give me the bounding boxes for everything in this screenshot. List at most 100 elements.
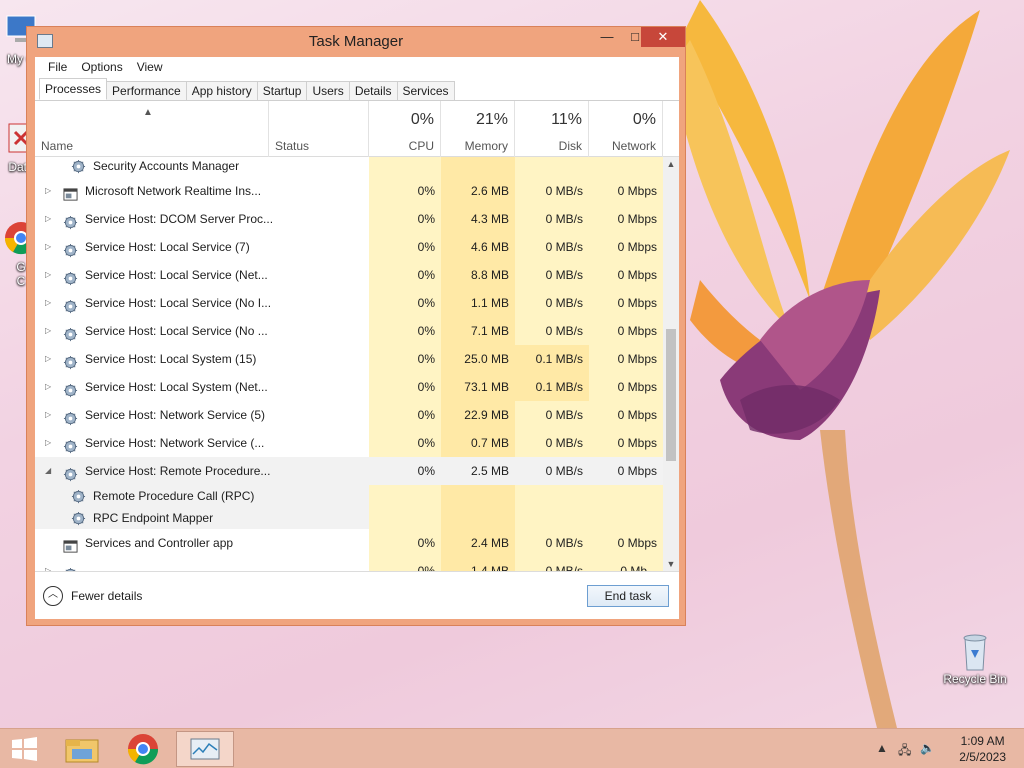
volume-icon[interactable]: 🔈 <box>920 741 935 755</box>
gear-icon <box>63 324 78 342</box>
table-row[interactable]: ▷ Service Host: Network Service (5) 0% 22.9… <box>35 401 663 429</box>
table-row[interactable]: ▷ Service Host: Network Service (... 0% 0.7… <box>35 429 663 457</box>
tab-services[interactable]: Services <box>397 81 455 101</box>
show-hidden-icons-icon[interactable]: ▲ <box>876 741 888 755</box>
column-status[interactable]: Status <box>269 101 369 157</box>
scroll-down-icon[interactable]: ▼ <box>663 559 679 569</box>
memory-cell: 0.7 MB <box>441 429 515 457</box>
desktop-icon-label: Recycle Bin <box>943 672 1007 686</box>
table-row[interactable]: ▷ Service Host: Local System (15) 0% 25.0 M… <box>35 345 663 373</box>
scroll-thumb[interactable] <box>666 329 676 461</box>
status-cell <box>269 317 369 345</box>
disk-cell <box>515 507 589 529</box>
tab-performance[interactable]: Performance <box>107 81 187 101</box>
expand-icon[interactable]: ▷ <box>45 177 51 205</box>
process-name: Service Host: Local Service (7) <box>85 240 250 254</box>
expand-icon[interactable]: ▷ <box>45 289 51 317</box>
taskbar-task-manager[interactable] <box>176 731 234 767</box>
status-cell <box>269 457 369 485</box>
memory-cell: 4.6 MB <box>441 233 515 261</box>
expand-icon[interactable]: ▷ <box>45 429 51 457</box>
table-row[interactable]: Services and Controller app 0% 2.4 MB 0 MB/… <box>35 529 663 557</box>
column-memory[interactable]: 21% Memory <box>441 101 515 157</box>
process-name-cell: ▷ Service Host: Local Service (No I... <box>35 289 271 317</box>
menu-view[interactable]: View <box>130 60 170 74</box>
clock[interactable]: 1:09 AM 2/5/2023 <box>959 733 1006 765</box>
table-row[interactable]: ▷ Service Host: Local Service (No ... 0% 7.… <box>35 317 663 345</box>
application-icon <box>63 184 78 201</box>
cpu-cell: 0% <box>369 289 441 317</box>
network-cell: 0 Mbps <box>589 233 663 261</box>
minimize-button[interactable]: — <box>593 27 621 47</box>
scroll-up-icon[interactable]: ▲ <box>663 159 679 169</box>
gear-icon <box>63 212 78 230</box>
expand-icon[interactable]: ▷ <box>45 205 51 233</box>
disk-cell: 0 MB/s <box>515 557 589 571</box>
footer: ︿ Fewer details End task <box>35 571 679 619</box>
vertical-scrollbar[interactable]: ▲ ▼ <box>663 157 679 571</box>
collapse-icon[interactable]: ◢ <box>45 457 51 485</box>
table-row[interactable]: ◢ Service Host: Remote Procedure... 0% 2.5 … <box>35 457 663 485</box>
tab-startup[interactable]: Startup <box>257 81 308 101</box>
chevron-up-icon: ︿ <box>43 586 63 606</box>
process-name: Microsoft Network Realtime Ins... <box>85 184 262 198</box>
column-network[interactable]: 0% Network <box>589 101 663 157</box>
cpu-cell: 0% <box>369 317 441 345</box>
table-row[interactable]: ▷ Microsoft Network Realtime Ins... 0% 2.6 … <box>35 177 663 205</box>
cpu-cell <box>369 485 441 507</box>
desktop-icon-recycle-bin[interactable]: Recycle Bin <box>940 630 1010 686</box>
expand-icon[interactable]: ▷ <box>45 401 51 429</box>
process-name-cell: ▷ Service Host: Local Service (Net... <box>35 261 269 289</box>
menu-options[interactable]: Options <box>74 60 129 74</box>
column-name[interactable]: Name <box>35 101 269 157</box>
table-row[interactable]: ▷ Service Host: Local Service (No I... 0% 1… <box>35 289 663 317</box>
table-row[interactable]: Remote Procedure Call (RPC) <box>35 485 663 507</box>
disk-cell <box>515 157 589 177</box>
table-row[interactable]: ▷ Service Host: DCOM Server Proc... 0% 4.3 … <box>35 205 663 233</box>
status-cell <box>269 205 369 233</box>
taskbar-chrome[interactable] <box>114 731 172 767</box>
tab-details[interactable]: Details <box>349 81 398 101</box>
status-cell <box>269 507 369 529</box>
process-name: ... <box>85 564 96 571</box>
taskbar-file-explorer[interactable] <box>54 731 112 767</box>
close-button[interactable]: ✕ <box>641 27 685 47</box>
process-name-cell: ▷ Service Host: Local System (15) <box>35 345 269 373</box>
end-task-button[interactable]: End task <box>587 585 669 607</box>
gear-icon <box>63 380 78 398</box>
memory-cell: 25.0 MB <box>441 345 515 373</box>
table-row[interactable]: ▷... 0% 1.4 MB 0 MB/s 0 Mb... <box>35 557 663 571</box>
title-bar[interactable]: Task Manager — □ ✕ <box>27 27 685 57</box>
table-row[interactable]: Security Accounts Manager <box>35 157 663 177</box>
cpu-cell: 0% <box>369 205 441 233</box>
fewer-details-button[interactable]: ︿ Fewer details <box>43 586 142 606</box>
memory-cell: 4.3 MB <box>441 205 515 233</box>
expand-icon[interactable]: ▷ <box>45 345 51 373</box>
process-name-cell: ▷ Service Host: Network Service (5) <box>35 401 269 429</box>
process-name-cell: ◢ Service Host: Remote Procedure... <box>35 457 270 485</box>
table-row[interactable]: ▷ Service Host: Local System (Net... 0% 73.… <box>35 373 663 401</box>
expand-icon[interactable]: ▷ <box>45 557 51 571</box>
tab-app-history[interactable]: App history <box>186 81 258 101</box>
cpu-cell: 0% <box>369 233 441 261</box>
table-row[interactable]: ▷ Service Host: Local Service (7) 0% 4.6 MB… <box>35 233 663 261</box>
tab-processes[interactable]: Processes <box>39 78 108 100</box>
network-cell <box>589 485 663 507</box>
menu-file[interactable]: File <box>41 60 74 74</box>
network-icon[interactable]: 🖧 <box>898 741 911 762</box>
menu-bar: File Options View <box>35 57 679 77</box>
gear-icon <box>71 511 86 526</box>
expand-icon[interactable]: ▷ <box>45 373 51 401</box>
expand-icon[interactable]: ▷ <box>45 317 51 345</box>
expand-icon[interactable]: ▷ <box>45 233 51 261</box>
tab-users[interactable]: Users <box>307 81 350 101</box>
expand-icon[interactable]: ▷ <box>45 261 51 289</box>
column-cpu[interactable]: 0% CPU <box>369 101 441 157</box>
table-row[interactable]: ▷ Service Host: Local Service (Net... 0% 8.… <box>35 261 663 289</box>
column-disk[interactable]: 11% Disk <box>515 101 589 157</box>
start-button[interactable] <box>0 731 58 767</box>
process-name: Service Host: Local System (15) <box>85 352 257 366</box>
table-row[interactable]: RPC Endpoint Mapper <box>35 507 663 529</box>
cpu-cell: 0% <box>369 345 441 373</box>
cpu-cell: 0% <box>369 177 441 205</box>
